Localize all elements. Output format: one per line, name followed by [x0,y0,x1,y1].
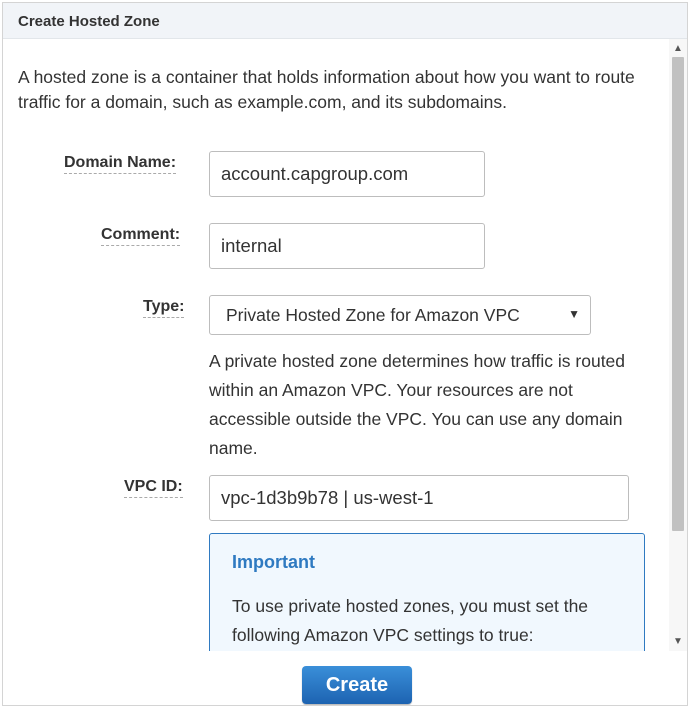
vpc-id-input[interactable]: vpc-1d3b9b78 | us-west-1 [209,475,629,521]
comment-input[interactable]: internal [209,223,485,269]
scrollbar-thumb[interactable] [672,57,684,531]
create-button[interactable]: Create [302,666,412,704]
scroll-down-icon[interactable]: ▼ [673,636,683,647]
create-hosted-zone-dialog: Create Hosted Zone A hosted zone is a co… [2,2,688,706]
vpc-id-label: VPC ID: [124,478,183,498]
dialog-content: A hosted zone is a container that holds … [3,39,669,651]
important-text: To use private hosted zones, you must se… [232,596,589,645]
comment-label: Comment: [101,226,181,246]
type-select-value: Private Hosted Zone for Amazon VPC [226,304,520,325]
domain-name-input[interactable]: account.capgroup.com [209,151,485,197]
important-notice: Important To use private hosted zones, y… [209,533,645,651]
dialog-footer: Create [3,651,687,705]
important-title: Important [232,552,315,572]
domain-name-label: Domain Name: [64,154,177,174]
dialog-header: Create Hosted Zone [3,3,687,39]
type-select[interactable]: Private Hosted Zone for Amazon VPC ▼ [209,295,591,335]
scroll-up-icon[interactable]: ▲ [673,43,683,54]
chevron-down-icon: ▼ [568,307,580,321]
dialog-title: Create Hosted Zone [18,13,160,30]
type-help-text: A private hosted zone determines how tra… [209,351,626,458]
vertical-scrollbar[interactable]: ▲ ▼ [669,39,687,651]
dialog-description: A hosted zone is a container that holds … [18,67,635,112]
type-label: Type: [143,298,185,318]
